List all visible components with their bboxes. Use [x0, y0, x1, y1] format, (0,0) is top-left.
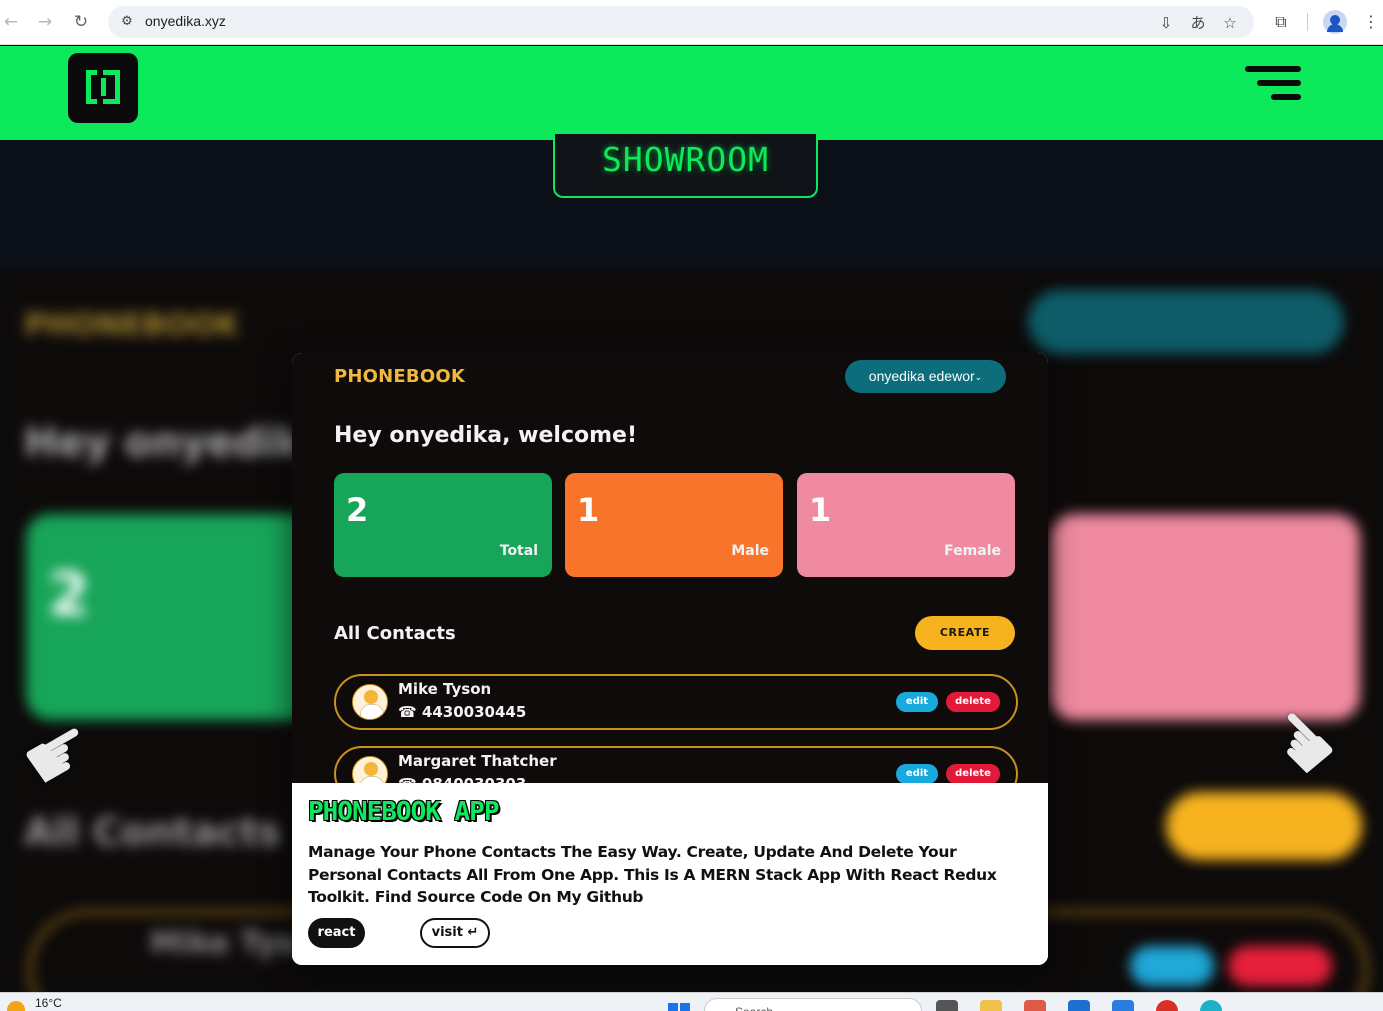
contacts-heading: All Contacts [334, 623, 456, 644]
windows-start-icon[interactable] [668, 1003, 690, 1011]
reload-icon[interactable]: ↻ [70, 11, 92, 33]
os-taskbar: 16°C Search [0, 992, 1383, 1011]
forward-icon[interactable]: → [34, 11, 56, 33]
weather-temperature[interactable]: 16°C [35, 996, 62, 1010]
bg-delete-button [1228, 946, 1332, 986]
contact-row: Margaret Thatcher ☎ 0840030303 edit dele… [334, 746, 1018, 783]
bg-create-button [1166, 792, 1362, 860]
bg-user-pill [1028, 290, 1344, 354]
menu-kebab-icon[interactable]: ⋮ [1360, 11, 1382, 33]
edit-button: edit [896, 764, 938, 783]
project-screenshot: PHONEBOOK onyedika edewor⌄ Hey onyedika,… [292, 353, 1048, 783]
edge-browser-icon[interactable] [1200, 1000, 1222, 1011]
hamburger-menu-icon[interactable] [1243, 66, 1301, 102]
project-card[interactable]: PHONEBOOK onyedika edewor⌄ Hey onyedika,… [292, 353, 1048, 965]
stat-label: Total [499, 543, 538, 559]
bg-total-num: 2 [48, 560, 90, 630]
address-bar[interactable]: ⚙ onyedika.xyz [108, 6, 1254, 38]
file-explorer-icon[interactable] [980, 1000, 1002, 1011]
preview-user-name: onyedika edewor [868, 368, 975, 384]
back-icon[interactable]: ← [0, 11, 22, 33]
bg-brand: PHONEBOOK [24, 308, 240, 343]
translate-icon[interactable]: あ [1189, 14, 1207, 32]
showroom-banner: SHOWROOM [553, 134, 818, 198]
showroom-title: SHOWROOM [602, 140, 769, 179]
chevron-down-icon: ⌄ [974, 372, 983, 382]
bookmark-star-icon[interactable]: ☆ [1221, 14, 1239, 32]
profile-avatar-icon[interactable] [1323, 10, 1347, 34]
task-view-icon[interactable] [936, 1000, 958, 1011]
project-description: Manage Your Phone Contacts The Easy Way.… [308, 843, 997, 906]
contact-phone: ☎ 4430030445 [398, 703, 527, 721]
contact-avatar [352, 684, 388, 720]
contact-phone: ☎ 0840030303 [398, 775, 526, 783]
stat-label: Male [731, 543, 769, 559]
stat-card-total: 2 Total [334, 473, 552, 577]
stat-value: 1 [577, 491, 600, 529]
contact-name: Margaret Thatcher [398, 752, 557, 770]
stat-value: 2 [346, 491, 369, 529]
weather-sun-icon[interactable] [7, 1001, 25, 1011]
tech-tag: react [308, 918, 365, 948]
project-info: PHONEBOOK APP Manage Your Phone Contacts… [292, 783, 1048, 965]
store-icon[interactable] [1068, 1000, 1090, 1011]
stat-card-female: 1 Female [797, 473, 1015, 577]
contact-row: Mike Tyson ☎ 4430030445 edit delete [334, 674, 1018, 730]
stat-label: Female [944, 543, 1001, 559]
preview-brand: PHONEBOOK [334, 366, 465, 387]
calendar-app-icon[interactable] [1112, 1000, 1134, 1011]
stat-value: 1 [809, 491, 832, 529]
logo-mark-icon [86, 70, 120, 104]
chrome-browser-icon[interactable] [1156, 1000, 1178, 1011]
contact-name: Mike Tyson [398, 680, 492, 698]
toolbar-divider [1307, 13, 1308, 31]
paint-app-icon[interactable] [1024, 1000, 1046, 1011]
site-logo[interactable] [68, 53, 138, 123]
stat-card-male: 1 Male [565, 473, 783, 577]
edit-button: edit [896, 692, 938, 712]
browser-toolbar: ← → ↻ ⚙ onyedika.xyz ⇩ あ ☆ ⧉ ⋮ [0, 0, 1383, 45]
contact-avatar [352, 756, 388, 783]
extensions-icon[interactable]: ⧉ [1270, 11, 1292, 33]
delete-button: delete [946, 692, 1000, 712]
site-header [0, 46, 1383, 140]
preview-user-menu: onyedika edewor⌄ [845, 360, 1006, 393]
preview-welcome: Hey onyedika, welcome! [334, 423, 637, 448]
url-text[interactable]: onyedika.xyz [145, 13, 226, 29]
visit-button[interactable]: visit ↵ [420, 918, 490, 948]
site-info-icon[interactable]: ⚙ [118, 13, 136, 31]
taskbar-search[interactable]: Search [704, 998, 922, 1011]
bg-female-card [1050, 514, 1360, 720]
project-title: PHONEBOOK APP [308, 797, 499, 827]
create-button: CREATE [915, 616, 1015, 650]
delete-button: delete [946, 764, 1000, 783]
bg-edit-button [1130, 946, 1214, 986]
install-app-icon[interactable]: ⇩ [1157, 14, 1175, 32]
bg-contacts-heading: All Contacts [24, 810, 281, 854]
